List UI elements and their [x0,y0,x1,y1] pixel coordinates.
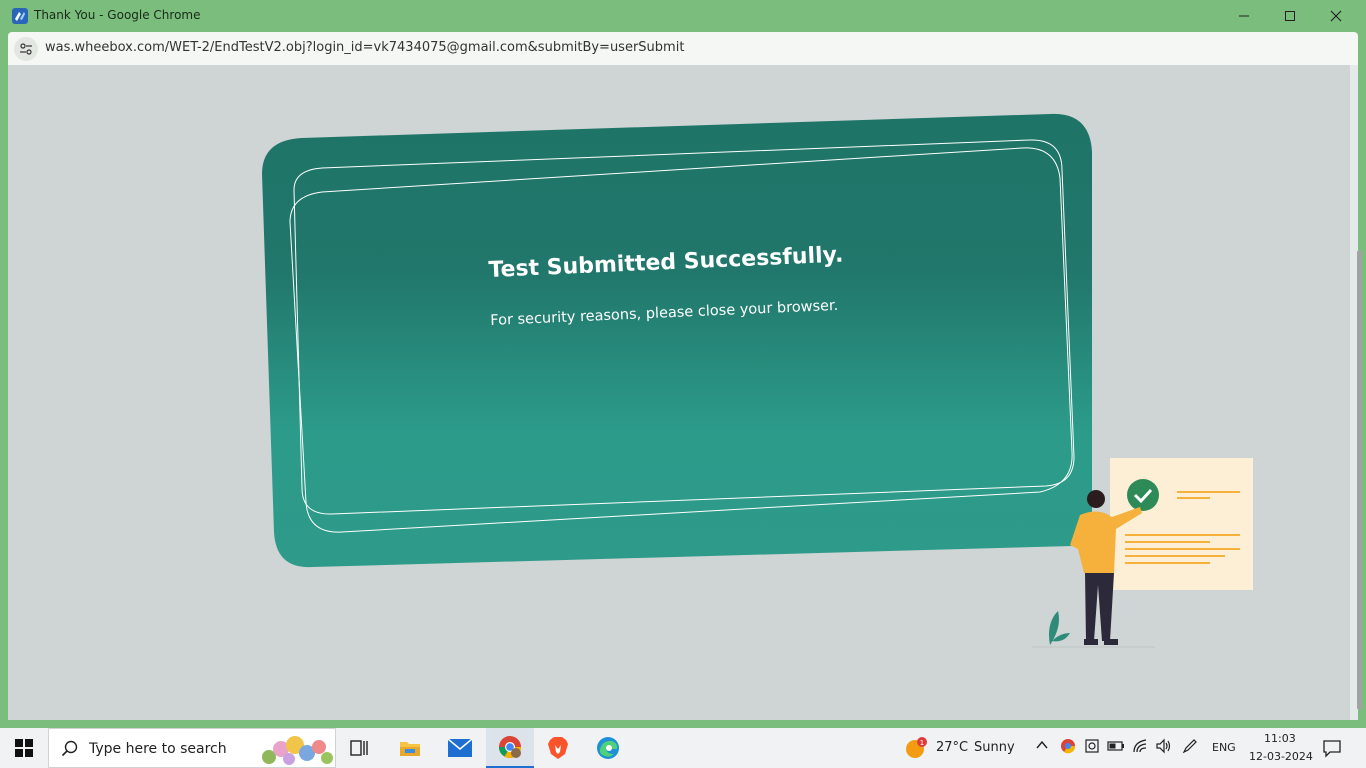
chrome-button[interactable] [486,728,534,768]
start-button[interactable] [0,728,48,768]
window-title: Thank You - Google Chrome [34,8,201,22]
site-info-button[interactable] [14,37,38,61]
wheebox-icon [12,8,28,24]
volume-icon[interactable] [1155,738,1171,754]
minimize-icon [1239,15,1249,17]
mail-icon [448,739,472,757]
taskbar: Type here to search 1 27°C Sunny ENG 11:… [0,728,1366,768]
meet-now-icon[interactable] [1084,738,1100,754]
card-background [262,113,1092,568]
brave-button[interactable] [534,728,582,768]
search-icon [61,740,78,757]
close-icon [1330,10,1342,22]
minimize-button[interactable] [1221,0,1267,32]
task-view-icon [350,740,368,756]
language-indicator[interactable]: ENG [1212,741,1236,754]
tune-icon [20,43,32,55]
page-scrollbar-thumb[interactable] [1357,250,1362,710]
edge-icon [597,737,619,759]
clock-date[interactable]: 12-03-2024 [1249,750,1313,763]
brave-icon [548,737,568,759]
close-button[interactable] [1313,0,1359,32]
weather-badge: 1 [920,739,924,747]
task-view-button[interactable] [336,728,384,768]
battery-icon[interactable] [1107,738,1125,754]
search-placeholder: Type here to search [89,741,227,757]
address-bar[interactable]: was.wheebox.com/WET-2/EndTestV2.obj?logi… [8,32,1358,65]
windows-icon [15,739,33,757]
flowers-icon [262,736,333,765]
chrome-tray-icon[interactable] [1060,738,1076,754]
chevron-up-icon[interactable] [1036,738,1048,752]
taskbar-search[interactable]: Type here to search [48,728,336,768]
weather-temperature[interactable]: 27°C [936,740,968,755]
wifi-icon[interactable] [1132,738,1148,754]
title-bar: Thank You - Google Chrome [0,0,1366,32]
notification-icon[interactable] [1322,738,1342,758]
pen-icon[interactable] [1182,738,1198,754]
mail-button[interactable] [436,728,484,768]
file-explorer-button[interactable] [386,728,434,768]
edge-button[interactable] [584,728,632,768]
weather-condition[interactable]: Sunny [974,740,1015,755]
clock-time[interactable]: 11:03 [1264,732,1296,745]
person-checklist-illustration [1032,458,1253,648]
url-text[interactable]: was.wheebox.com/WET-2/EndTestV2.obj?logi… [45,40,684,55]
weather-sun-icon: 1 [906,737,927,758]
success-card [262,112,1092,568]
maximize-button[interactable] [1267,0,1313,32]
maximize-icon [1285,11,1295,21]
folder-icon [400,742,420,756]
chrome-icon [499,736,521,758]
